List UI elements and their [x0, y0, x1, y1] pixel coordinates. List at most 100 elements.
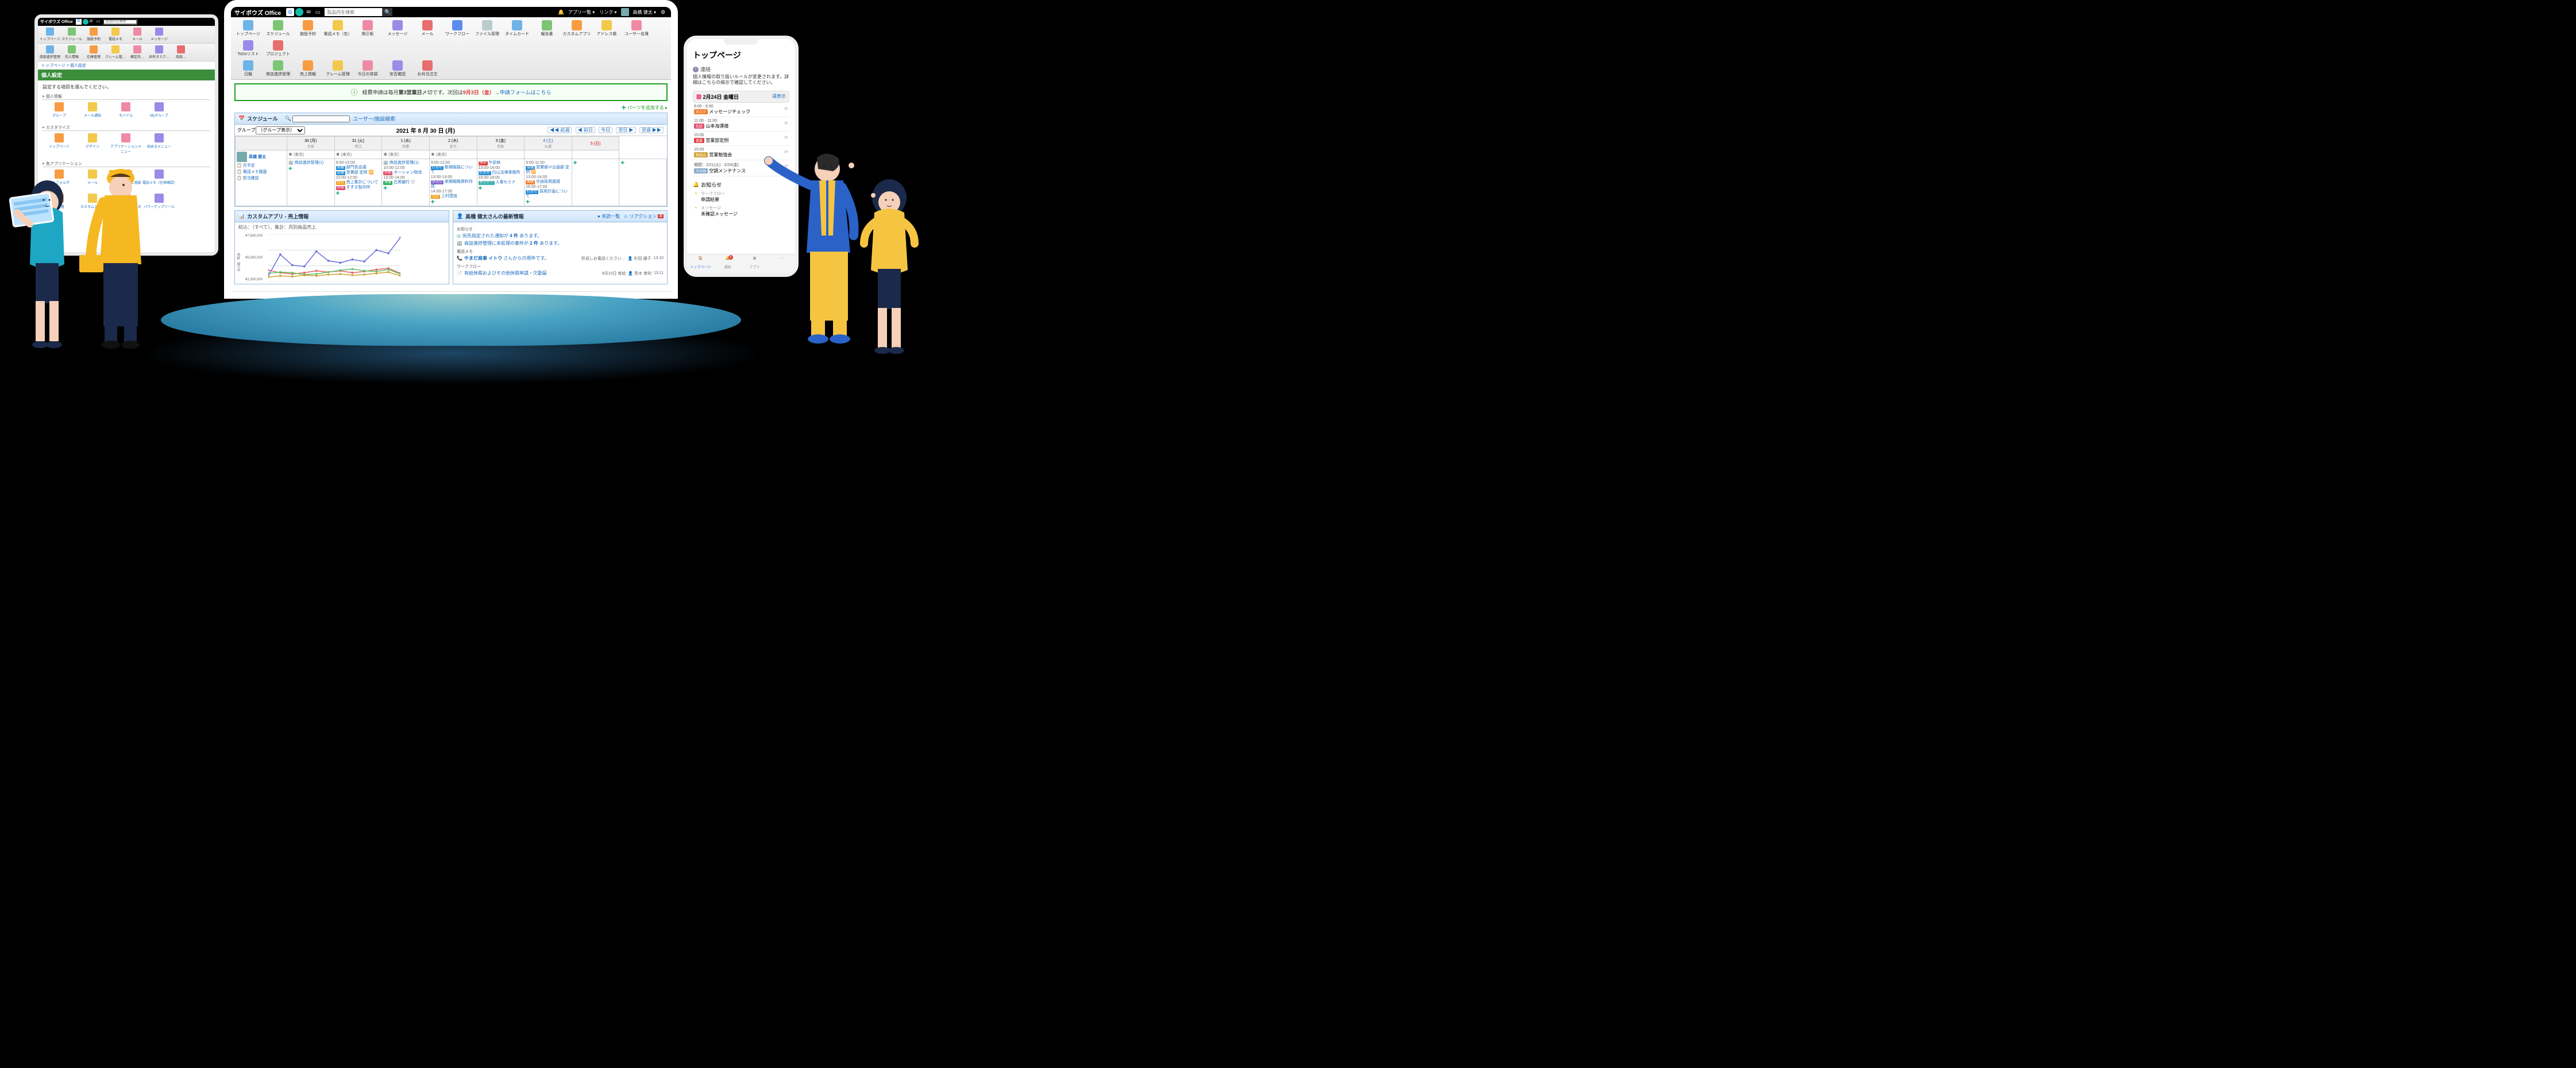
settings-prompt: 設定する項目を選んでください。: [43, 84, 210, 90]
phone-tab[interactable]: 🏠トップページ: [687, 255, 714, 273]
add-event[interactable]: ✚: [431, 199, 476, 205]
links-menu[interactable]: リンク ▾: [599, 9, 616, 16]
unread-link[interactable]: ● 未読一覧: [597, 213, 620, 219]
tablet-app-row: トップページスケジュール施設予約電話メモメールメッセージ: [38, 26, 215, 44]
google-icon[interactable]: G: [286, 8, 294, 16]
user-icon: 👤: [457, 213, 463, 219]
app-item[interactable]: 商談進捗管理: [263, 59, 293, 79]
laptop-search-input[interactable]: [325, 8, 382, 16]
add-event[interactable]: ✚: [620, 160, 665, 165]
app-item[interactable]: タイムカード: [502, 19, 532, 39]
app-item[interactable]: 在庫管理: [83, 45, 105, 60]
app-item[interactable]: クレーム管理: [323, 59, 353, 79]
app-item[interactable]: 共有タスク…: [148, 45, 170, 60]
search-button[interactable]: 🔍: [382, 8, 392, 16]
app-item[interactable]: 報告書: [532, 19, 562, 39]
app-item[interactable]: 日報: [233, 59, 263, 79]
app-item[interactable]: トップページ: [233, 19, 263, 39]
add-event[interactable]: ✚: [479, 186, 523, 191]
app-item[interactable]: 売上情報: [61, 45, 83, 60]
target-icon[interactable]: [83, 19, 88, 25]
avatar[interactable]: [621, 8, 629, 16]
group-select[interactable]: （グループ表示）: [256, 126, 305, 134]
app-item[interactable]: 掲示板: [353, 19, 383, 39]
app-item[interactable]: お弁当注文: [412, 59, 442, 79]
app-item[interactable]: 施設予約: [83, 27, 105, 42]
app-item[interactable]: 売上情報: [293, 59, 323, 79]
app-item[interactable]: 商談…: [170, 45, 192, 60]
next-week[interactable]: 翌週 ▶▶: [639, 127, 664, 133]
crumb-top[interactable]: トップページ: [41, 64, 65, 68]
app-item[interactable]: スケジュール: [263, 19, 293, 39]
phone-event[interactable]: 11:00 - 11:00往訪 山本海運様⟳: [693, 117, 789, 132]
add-event[interactable]: ✚: [526, 199, 570, 205]
illustration-delivery-man: [69, 149, 167, 379]
app-item[interactable]: クレーム管…: [105, 45, 126, 60]
user-facility-search[interactable]: ユーザー/施設検索: [353, 115, 395, 122]
schedule-search-input[interactable]: [292, 115, 350, 122]
today[interactable]: 今日: [599, 127, 612, 133]
search-icon[interactable]: 🔍: [285, 115, 291, 122]
phone-event[interactable]: 9:00 - 9:30タスク メッセージチェック⟳: [693, 103, 789, 117]
app-item[interactable]: 電話メモ（在）: [323, 19, 353, 39]
app-item[interactable]: カスタムアプリ: [562, 19, 592, 39]
app-item[interactable]: トップページ: [39, 27, 61, 42]
app-item[interactable]: 確定売…: [126, 45, 148, 60]
app-item[interactable]: アドレス帳: [592, 19, 622, 39]
week-toggle[interactable]: 週表示: [772, 93, 786, 101]
card-icon[interactable]: ▭: [97, 19, 102, 25]
settings-title: 個人設定: [38, 70, 215, 80]
laptop-appbar: トップページスケジュール施設予約電話メモ（在）掲示板メッセージメールワークフロー…: [231, 17, 671, 80]
user-link[interactable]: 高橋 健太: [249, 154, 266, 160]
bell-icon[interactable]: 🔔: [557, 8, 565, 16]
app-item[interactable]: スケジュール: [61, 27, 83, 42]
settings-item[interactable]: メール通知: [76, 102, 109, 118]
add-event[interactable]: ✚: [288, 166, 333, 171]
mail-icon[interactable]: ✉: [304, 8, 313, 16]
apply-form-link[interactable]: 申請フォームはこちら: [500, 88, 552, 96]
add-event[interactable]: ✚: [573, 160, 618, 165]
app-item[interactable]: 商談進捗管理: [39, 45, 61, 60]
tablet-search-input[interactable]: [103, 19, 137, 25]
card-icon[interactable]: ▭: [314, 8, 322, 16]
phone-title: トップページ: [693, 49, 789, 61]
settings-item[interactable]: Myグループ: [142, 102, 176, 118]
add-parts-icon[interactable]: ✚: [622, 105, 626, 110]
info-icon: ⓘ: [351, 87, 358, 97]
prev-week[interactable]: ◀◀ 前週: [547, 127, 572, 133]
app-item[interactable]: ファイル管理: [472, 19, 502, 39]
calendar-icon: ▦: [696, 94, 701, 100]
schedule-title: スケジュール: [247, 115, 277, 122]
app-item[interactable]: 電話メモ: [105, 27, 126, 42]
app-item[interactable]: ワークフロー: [442, 19, 472, 39]
add-event[interactable]: ✚: [383, 186, 428, 191]
app-item[interactable]: 施設予約: [293, 19, 323, 39]
app-item[interactable]: ユーザー名簿: [622, 19, 651, 39]
user-menu[interactable]: 高橋 健太 ▾: [633, 9, 656, 16]
app-item[interactable]: メール: [126, 27, 148, 42]
settings-item[interactable]: グループ: [43, 102, 76, 118]
settings-item[interactable]: モバイル: [109, 102, 142, 118]
add-event[interactable]: ✚: [336, 191, 381, 196]
target-icon[interactable]: [295, 8, 303, 16]
add-parts-link[interactable]: パーツを追加する: [627, 105, 664, 110]
app-item[interactable]: プロジェクト: [263, 39, 293, 59]
app-item[interactable]: メッセージ: [383, 19, 412, 39]
apps-menu[interactable]: アプリ一覧 ▾: [568, 9, 595, 16]
app-item[interactable]: ToDoリスト: [233, 39, 263, 59]
bell-icon: 🔔: [693, 182, 699, 188]
app-item[interactable]: 今日の体調: [353, 59, 383, 79]
prev-day[interactable]: ◀ 前日: [576, 127, 595, 133]
app-item[interactable]: 安否確認: [383, 59, 412, 79]
google-icon[interactable]: G: [76, 19, 82, 25]
refresh-icon[interactable]: ⟳: [784, 106, 788, 111]
app-item[interactable]: メッセージ: [148, 27, 170, 42]
sales-chart: 合計（売上） ¥7,500,000¥5,000,000¥2,500,000: [235, 232, 449, 284]
phone-tab[interactable]: 🔔9通知: [714, 255, 741, 273]
app-item[interactable]: メール: [412, 19, 442, 39]
reaction-link[interactable]: ☺ リアクション: [623, 213, 657, 219]
refresh-icon[interactable]: ⟳: [784, 121, 788, 126]
gear-icon[interactable]: ⚙: [659, 8, 667, 16]
next-day[interactable]: 翌日 ▶: [616, 127, 635, 133]
mail-icon[interactable]: ✉: [90, 19, 95, 25]
